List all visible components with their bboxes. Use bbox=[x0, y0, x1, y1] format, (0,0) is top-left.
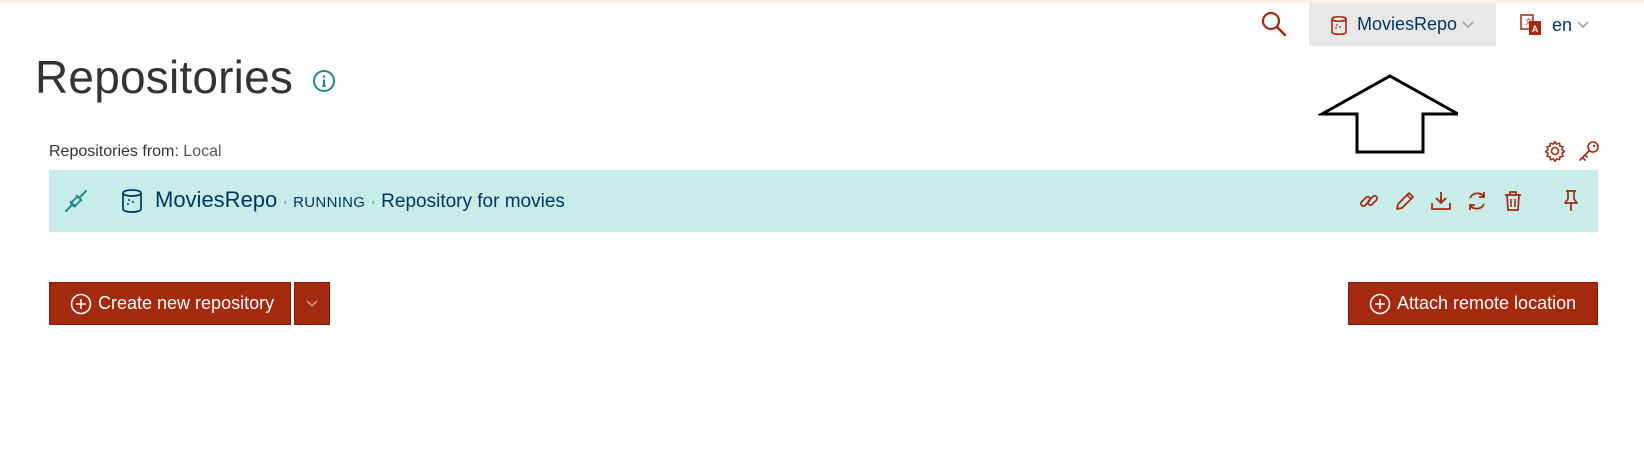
database-icon bbox=[1329, 14, 1349, 36]
repositories-from-label: Repositories from: bbox=[49, 143, 179, 160]
database-icon bbox=[120, 187, 144, 215]
svg-text:A: A bbox=[1532, 24, 1539, 34]
repository-selector[interactable]: MoviesRepo bbox=[1309, 3, 1496, 46]
trash-icon[interactable] bbox=[1501, 189, 1525, 213]
refresh-icon[interactable] bbox=[1465, 189, 1489, 213]
chevron-down-icon bbox=[306, 300, 318, 308]
chevron-down-icon bbox=[1462, 21, 1474, 29]
link-icon[interactable] bbox=[1357, 189, 1381, 213]
table-row[interactable]: MoviesRepo · RUNNING · Repository for mo… bbox=[49, 170, 1598, 232]
gear-icon[interactable] bbox=[1544, 140, 1566, 162]
row-actions bbox=[1357, 189, 1525, 213]
pin-icon[interactable] bbox=[1561, 189, 1581, 213]
svg-text:文: 文 bbox=[1525, 17, 1532, 26]
language-selector[interactable]: A文 en bbox=[1520, 12, 1589, 38]
repositories-from: Repositories from: Local bbox=[49, 143, 222, 161]
download-icon[interactable] bbox=[1429, 189, 1453, 213]
create-repository-dropdown-button[interactable] bbox=[294, 282, 330, 325]
repository-selector-label: MoviesRepo bbox=[1357, 14, 1458, 34]
attach-remote-location-label: Attach remote location bbox=[1397, 293, 1577, 313]
translate-icon: A文 bbox=[1520, 13, 1542, 37]
language-selector-label: en bbox=[1552, 14, 1573, 35]
up-arrow-annotation bbox=[1316, 74, 1464, 159]
search-icon[interactable] bbox=[1260, 10, 1288, 38]
key-icon[interactable] bbox=[1578, 140, 1600, 162]
separator: · bbox=[370, 194, 376, 211]
create-repository-button[interactable]: Create new repository bbox=[49, 282, 291, 325]
repository-name-link[interactable]: MoviesRepo bbox=[155, 187, 277, 212]
plus-circle-icon bbox=[1369, 293, 1391, 315]
edit-pencil-icon[interactable] bbox=[1393, 189, 1417, 213]
table-tools bbox=[1544, 140, 1600, 162]
create-repository-label: Create new repository bbox=[98, 293, 275, 313]
repository-info: MoviesRepo · RUNNING · Repository for mo… bbox=[155, 187, 565, 213]
repository-description: Repository for movies bbox=[381, 191, 565, 212]
plus-circle-icon bbox=[70, 293, 92, 315]
connected-plug-icon[interactable] bbox=[63, 188, 89, 214]
attach-remote-location-button[interactable]: Attach remote location bbox=[1348, 282, 1598, 325]
info-icon[interactable] bbox=[312, 69, 336, 93]
chevron-down-icon bbox=[1577, 21, 1589, 29]
page-title: Repositories bbox=[35, 51, 294, 103]
status-badge: RUNNING bbox=[293, 194, 366, 211]
separator: · bbox=[282, 194, 288, 211]
repositories-from-value: Local bbox=[183, 143, 222, 160]
